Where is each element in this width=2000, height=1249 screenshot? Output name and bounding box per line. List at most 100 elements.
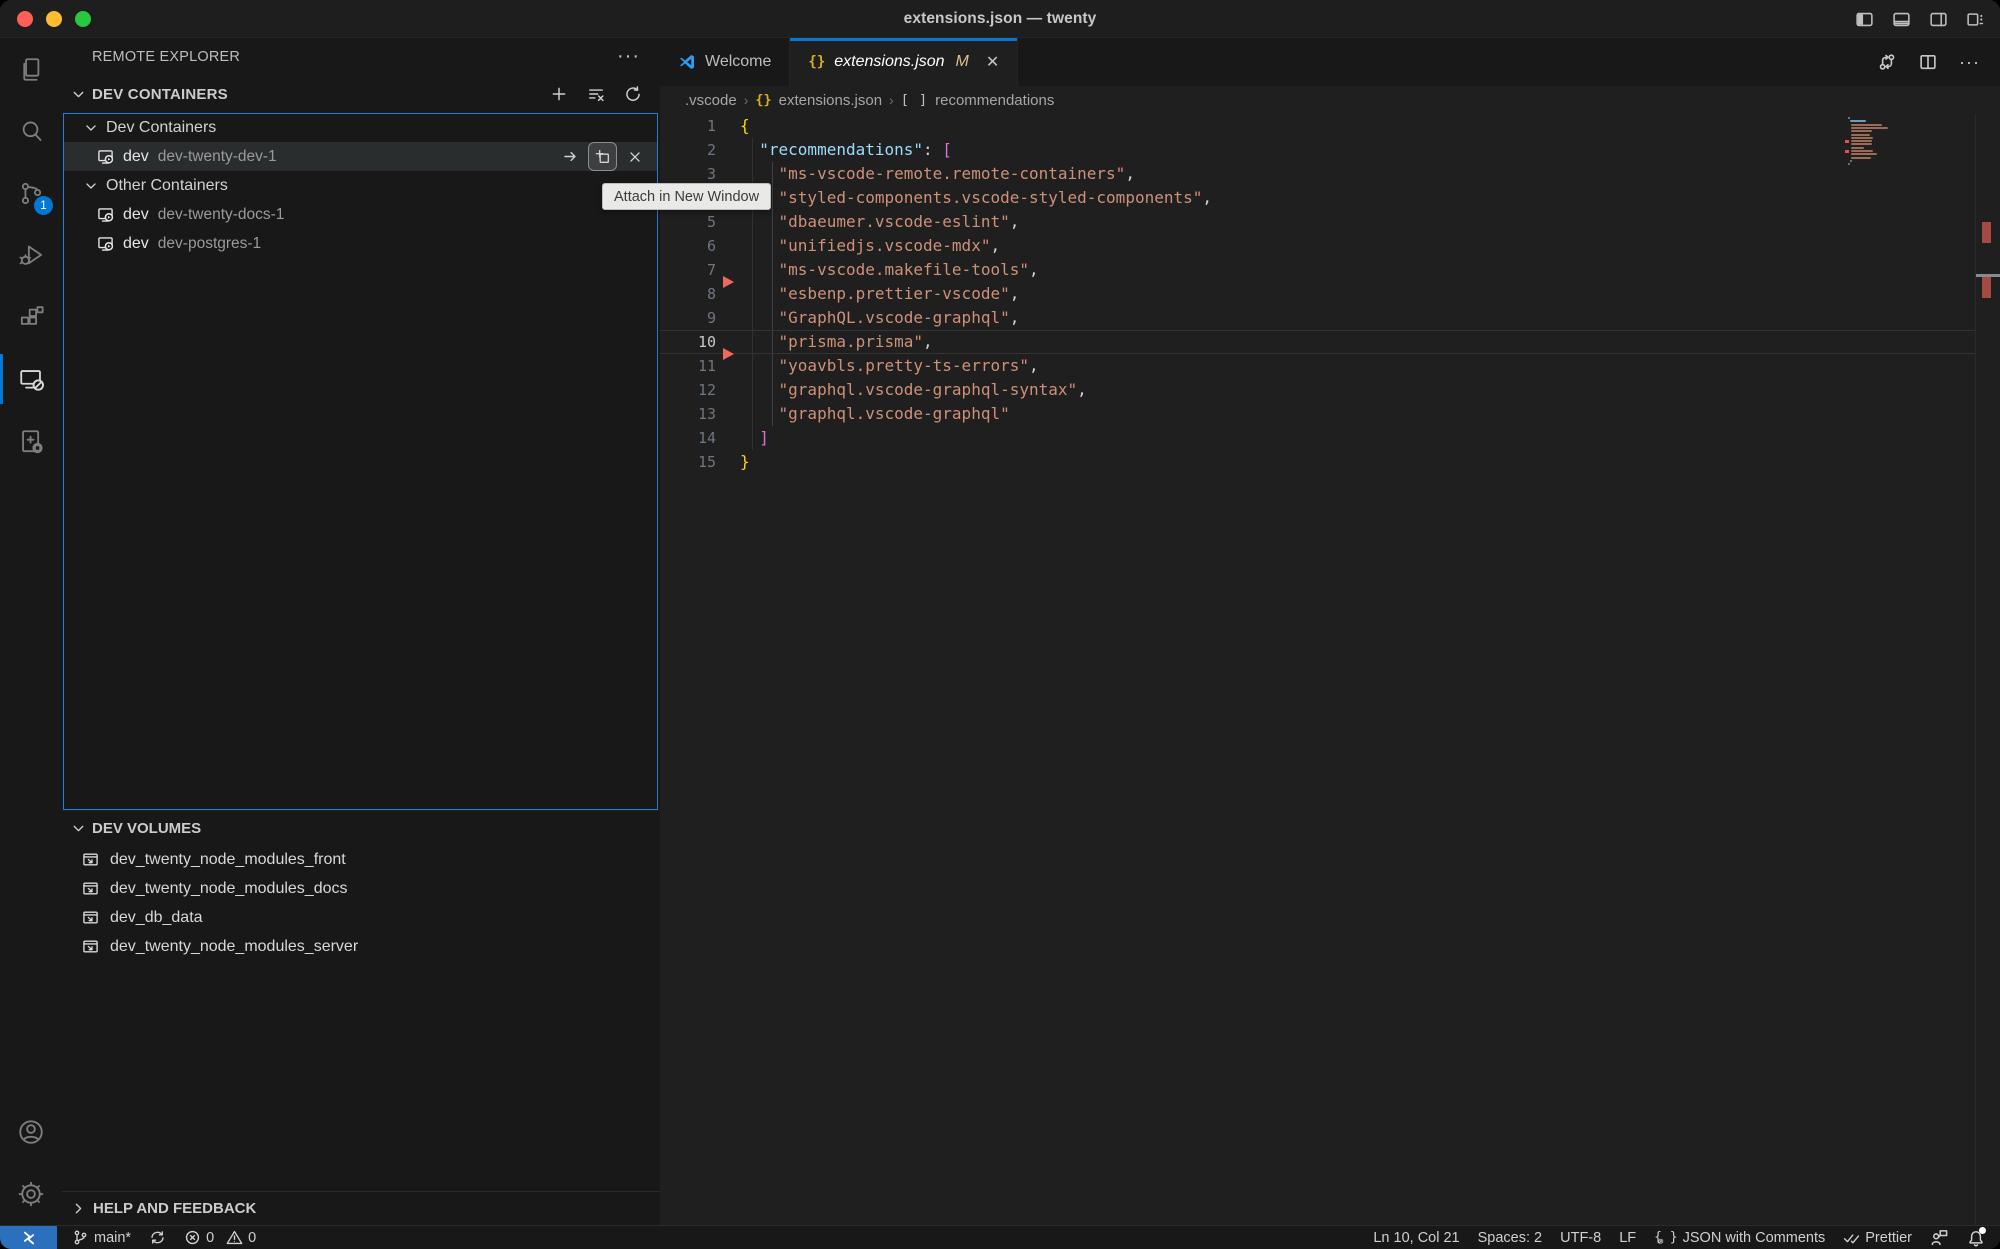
formatter-label: Prettier bbox=[1865, 1230, 1912, 1246]
container-row[interactable]: devdev-postgres-1 bbox=[63, 229, 658, 258]
volume-name: dev_twenty_node_modules_server bbox=[110, 938, 358, 956]
section-help-and-feedback-header[interactable]: HELP AND FEEDBACK bbox=[62, 1191, 660, 1225]
stop-container-icon[interactable] bbox=[621, 143, 648, 170]
section-dev-volumes-header[interactable]: DEV VOLUMES bbox=[62, 811, 660, 845]
attach-container-icon[interactable] bbox=[557, 143, 584, 170]
zoom-window-button[interactable] bbox=[75, 11, 91, 27]
cursor-position[interactable]: Ln 10, Col 21 bbox=[1373, 1230, 1459, 1246]
sidebar-more-actions-icon[interactable]: ··· bbox=[617, 45, 640, 68]
line-number[interactable]: 7 bbox=[660, 258, 716, 282]
code-line[interactable]: 14 ] bbox=[660, 426, 1975, 450]
line-number[interactable]: 2 bbox=[660, 138, 716, 162]
indentation-status[interactable]: Spaces: 2 bbox=[1478, 1230, 1543, 1246]
language-mode[interactable]: { }⊗ JSON with Comments bbox=[1654, 1230, 1825, 1246]
minimap-line bbox=[1851, 140, 1872, 142]
gear-icon bbox=[16, 1179, 46, 1209]
problems-status[interactable]: 0 0 bbox=[184, 1229, 256, 1246]
code-line[interactable]: 11 "yoavbls.pretty-ts-errors", bbox=[660, 354, 1975, 378]
breadcrumb-file[interactable]: extensions.json bbox=[779, 92, 882, 109]
notifications-button[interactable] bbox=[1967, 1229, 1985, 1247]
sidebar-item-search[interactable] bbox=[0, 100, 62, 162]
volume-row[interactable]: dev_db_data bbox=[62, 903, 660, 932]
sidebar-item-extensions[interactable] bbox=[0, 286, 62, 348]
container-group-header[interactable]: Dev Containers bbox=[63, 113, 658, 142]
line-number[interactable]: 11 bbox=[660, 354, 716, 378]
gutter-marker bbox=[723, 276, 734, 288]
code-line[interactable]: 9 "GraphQL.vscode-graphql", bbox=[660, 306, 1975, 330]
code-line[interactable]: 3 "ms-vscode-remote.remote-containers", bbox=[660, 162, 1975, 186]
branch-status[interactable]: main* bbox=[72, 1229, 131, 1246]
new-container-icon[interactable] bbox=[550, 85, 568, 103]
line-number[interactable]: 10 bbox=[660, 330, 716, 354]
breadcrumb-folder[interactable]: .vscode bbox=[685, 92, 737, 109]
code-line[interactable]: 8 "esbenp.prettier-vscode", bbox=[660, 282, 1975, 306]
code-editor[interactable]: 1{2 "recommendations": [3 "ms-vscode-rem… bbox=[660, 114, 2000, 1225]
tab-label: Welcome bbox=[705, 53, 771, 71]
line-number[interactable]: 5 bbox=[660, 210, 716, 234]
sidebar-item-source-control[interactable]: 1 bbox=[0, 162, 62, 224]
toggle-secondary-sidebar-icon[interactable] bbox=[1927, 8, 1949, 30]
more-actions-icon[interactable]: ··· bbox=[1959, 52, 1980, 73]
tab-welcome[interactable]: Welcome bbox=[660, 38, 790, 86]
sidebar-item-explorer[interactable] bbox=[0, 38, 62, 100]
volume-row[interactable]: dev_twenty_node_modules_server bbox=[62, 932, 660, 961]
code-line[interactable]: 6 "unifiedjs.vscode-mdx", bbox=[660, 234, 1975, 258]
group-label: Other Containers bbox=[106, 177, 228, 195]
volume-row[interactable]: dev_twenty_node_modules_docs bbox=[62, 874, 660, 903]
eol-status[interactable]: LF bbox=[1619, 1230, 1636, 1246]
line-number[interactable]: 14 bbox=[660, 426, 716, 450]
container-row[interactable]: devdev-twenty-dev-1 bbox=[63, 142, 658, 171]
line-number[interactable]: 6 bbox=[660, 234, 716, 258]
volume-row[interactable]: dev_twenty_node_modules_front bbox=[62, 845, 660, 874]
toggle-sidebar-icon[interactable] bbox=[1853, 8, 1875, 30]
minimap-line bbox=[1851, 130, 1872, 132]
line-number[interactable]: 9 bbox=[660, 306, 716, 330]
code-line[interactable]: 15} bbox=[660, 450, 1975, 474]
container-group-header[interactable]: Other Containers bbox=[63, 171, 658, 200]
split-editor-icon[interactable] bbox=[1918, 52, 1938, 72]
toggle-panel-icon[interactable] bbox=[1890, 8, 1912, 30]
container-name: dev bbox=[123, 206, 149, 224]
code-line[interactable]: 7 "ms-vscode.makefile-tools", bbox=[660, 258, 1975, 282]
sidebar-item-run-debug[interactable] bbox=[0, 224, 62, 286]
sidebar-item-remote-explorer[interactable] bbox=[0, 348, 62, 410]
sync-icon bbox=[149, 1229, 166, 1246]
tab-extensions-json[interactable]: {} extensions.json M ✕ bbox=[790, 38, 1018, 86]
code-line[interactable]: 12 "graphql.vscode-graphql-syntax", bbox=[660, 378, 1975, 402]
section-dev-containers-header[interactable]: DEV CONTAINERS bbox=[62, 75, 660, 113]
json-braces-icon: {} bbox=[808, 54, 825, 70]
customize-layout-icon[interactable] bbox=[1964, 8, 1986, 30]
close-tab-icon[interactable]: ✕ bbox=[986, 52, 999, 72]
code-line[interactable]: 10 "prisma.prisma", bbox=[660, 330, 1975, 354]
minimap[interactable] bbox=[1845, 114, 1975, 1225]
line-number[interactable]: 8 bbox=[660, 282, 716, 306]
remote-indicator[interactable] bbox=[0, 1226, 57, 1249]
attach-in-new-window-icon[interactable] bbox=[589, 143, 616, 170]
overview-ruler[interactable] bbox=[1975, 114, 2000, 1225]
minimize-window-button[interactable] bbox=[46, 11, 62, 27]
code-line[interactable]: 5 "dbaeumer.vscode-eslint", bbox=[660, 210, 1975, 234]
json-braces-icon: {} bbox=[755, 92, 771, 108]
code-line[interactable]: 2 "recommendations": [ bbox=[660, 138, 1975, 162]
open-changes-icon[interactable] bbox=[1877, 52, 1897, 72]
breadcrumb-symbol[interactable]: recommendations bbox=[935, 92, 1054, 109]
account-button[interactable] bbox=[0, 1101, 62, 1163]
line-number[interactable]: 12 bbox=[660, 378, 716, 402]
feedback-button[interactable] bbox=[1930, 1228, 1949, 1247]
sync-status[interactable] bbox=[149, 1229, 166, 1246]
encoding-status[interactable]: UTF-8 bbox=[1560, 1230, 1601, 1246]
refresh-icon[interactable] bbox=[624, 85, 642, 103]
clean-up-containers-icon[interactable] bbox=[587, 85, 605, 103]
line-number[interactable]: 13 bbox=[660, 402, 716, 426]
formatter-status[interactable]: Prettier bbox=[1843, 1229, 1912, 1246]
code-line[interactable]: 1{ bbox=[660, 114, 1975, 138]
code-line[interactable]: 4 "styled-components.vscode-styled-compo… bbox=[660, 186, 1975, 210]
settings-button[interactable] bbox=[0, 1163, 62, 1225]
container-row[interactable]: devdev-twenty-docs-1 bbox=[63, 200, 658, 229]
close-window-button[interactable] bbox=[17, 11, 33, 27]
line-number[interactable]: 15 bbox=[660, 450, 716, 474]
container-icon bbox=[97, 206, 114, 223]
code-line[interactable]: 13 "graphql.vscode-graphql" bbox=[660, 402, 1975, 426]
sidebar-item-dev-containers[interactable] bbox=[0, 410, 62, 472]
line-number[interactable]: 1 bbox=[660, 114, 716, 138]
